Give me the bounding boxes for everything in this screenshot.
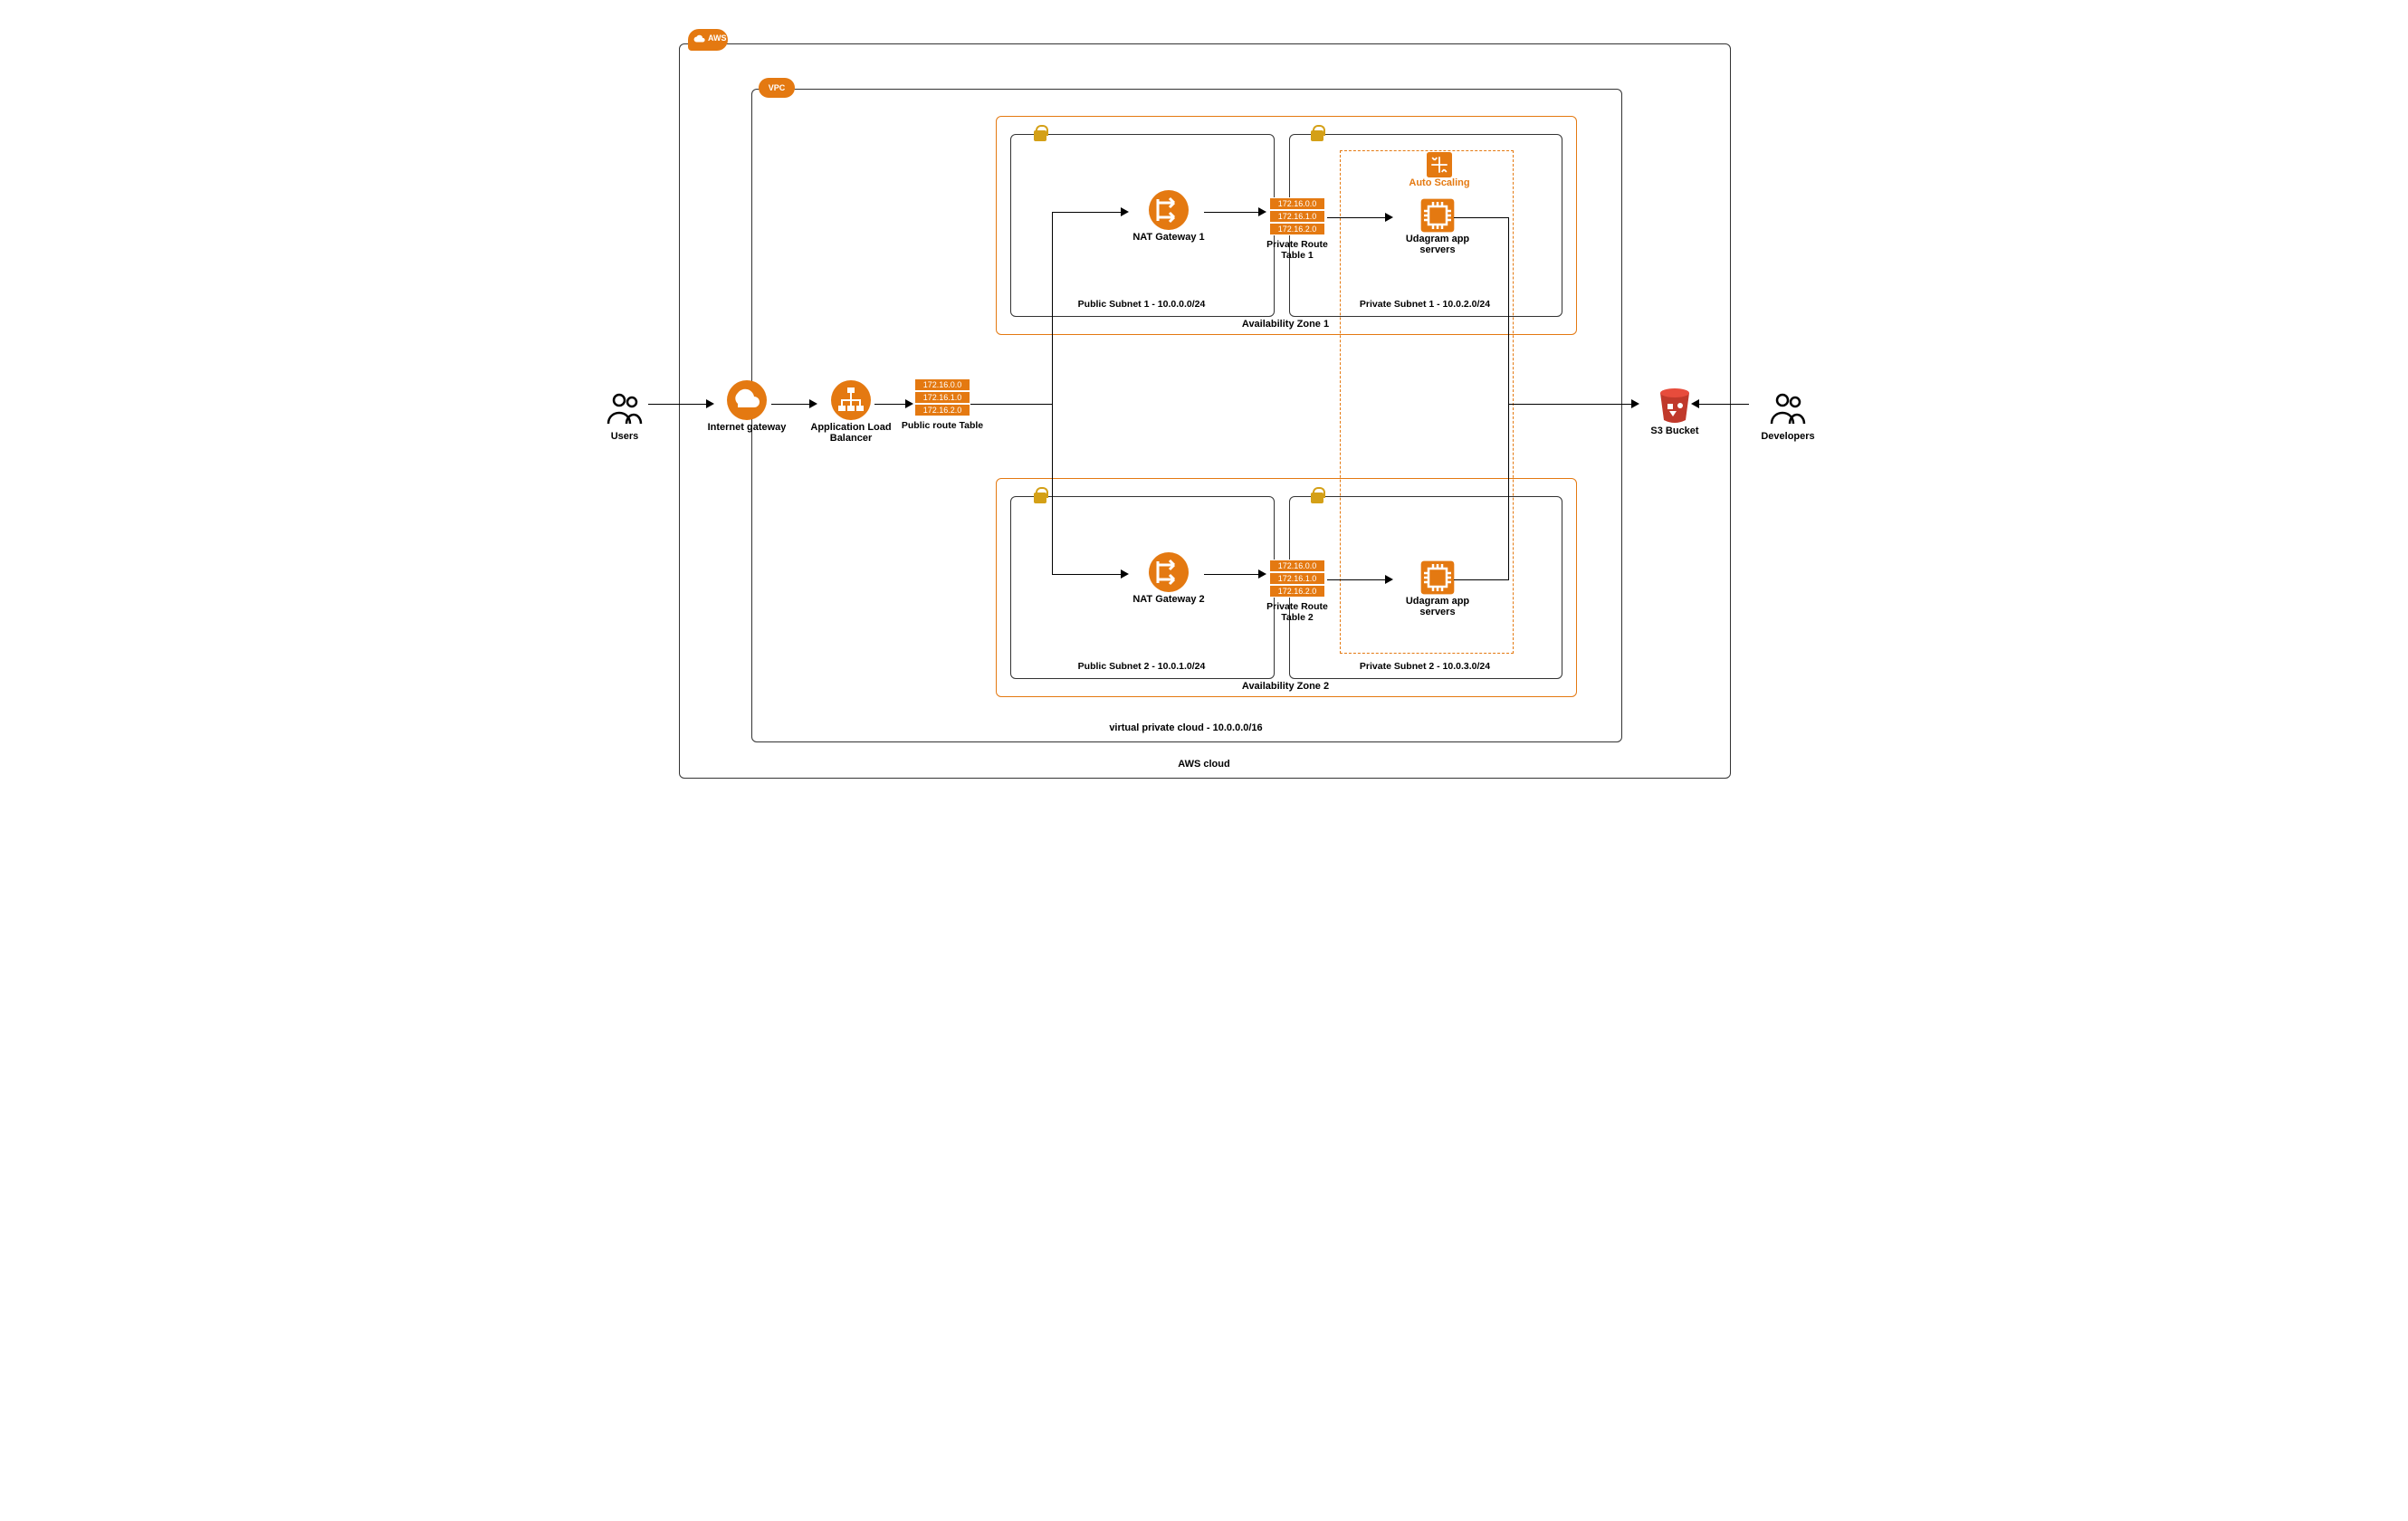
conn-branch-nat1 <box>1052 212 1123 213</box>
conn-srv1-out <box>1454 217 1508 218</box>
internet-gateway-label: Internet gateway <box>706 422 788 433</box>
conn-dev-s3 <box>1698 404 1749 405</box>
autoscaling-label: Auto Scaling <box>1403 177 1476 188</box>
conn-branch-nat2 <box>1052 574 1123 575</box>
az2-nat-node: NAT Gateway 2 <box>1128 550 1209 605</box>
az2-private-subnet-label: Private Subnet 2 - 10.0.3.0/24 <box>1289 661 1561 672</box>
internet-gateway-icon <box>725 378 769 422</box>
az2-private-route-table: 172.16.0.0 172.16.1.0 172.16.2.0 <box>1269 560 1325 598</box>
az2-public-lock-icon <box>1032 485 1048 503</box>
nat-gateway-icon <box>1147 188 1190 232</box>
az2-nat-label: NAT Gateway 2 <box>1128 594 1209 605</box>
aws-cloud-label: AWS cloud <box>679 759 1729 770</box>
az1-prt-row-2: 172.16.2.0 <box>1269 223 1325 235</box>
az2-prt-row-1: 172.16.1.0 <box>1269 572 1325 585</box>
az1-public-lock-icon <box>1032 123 1048 141</box>
autoscaling-icon <box>1427 152 1452 177</box>
az2-prt-row-2: 172.16.2.0 <box>1269 585 1325 598</box>
public-route-table: 172.16.0.0 172.16.1.0 172.16.2.0 <box>914 378 970 416</box>
users-icon <box>603 387 646 431</box>
arrow-icon <box>1121 207 1129 216</box>
users-label: Users <box>588 431 661 442</box>
conn-prt2-srv2 <box>1327 579 1387 580</box>
conn-srv2-v <box>1508 404 1509 580</box>
az1-private-route-table: 172.16.0.0 172.16.1.0 172.16.2.0 <box>1269 197 1325 235</box>
az2-prt-row-0: 172.16.0.0 <box>1269 560 1325 572</box>
arrow-icon <box>905 399 913 408</box>
public-rt-row-1: 172.16.1.0 <box>914 391 970 404</box>
internet-gateway-node: Internet gateway <box>706 378 788 433</box>
az2-label: Availability Zone 2 <box>996 681 1575 692</box>
az2-public-subnet-label: Public Subnet 2 - 10.0.1.0/24 <box>1010 661 1273 672</box>
conn-nat1-prt1 <box>1204 212 1260 213</box>
alb-node: Application Load Balancer <box>806 378 896 444</box>
cloud-icon <box>693 33 706 45</box>
arrow-icon <box>1631 399 1639 408</box>
az1-private-lock-icon <box>1309 123 1325 141</box>
az1-nat-label: NAT Gateway 1 <box>1128 232 1209 243</box>
alb-icon <box>829 378 873 422</box>
public-rt-row-2: 172.16.2.0 <box>914 404 970 416</box>
conn-users-igw <box>648 404 708 405</box>
arrow-icon <box>1691 399 1699 408</box>
conn-nat2-prt2 <box>1204 574 1260 575</box>
arrow-icon <box>1258 569 1266 579</box>
aws-cloud-badge: AWS <box>688 29 728 51</box>
s3-label: S3 Bucket <box>1639 426 1711 436</box>
aws-badge-text: AWS <box>708 33 727 43</box>
developers-icon <box>1766 387 1810 431</box>
nat-gateway-icon <box>1147 550 1190 594</box>
diagram-canvas: AWS AWS cloud VPC virtual private cloud … <box>570 7 1838 804</box>
conn-merge-s3 <box>1508 404 1633 405</box>
users-node: Users <box>588 387 661 442</box>
az1-prt-label: Private Route Table 1 <box>1258 239 1336 261</box>
conn-igw-alb <box>771 404 811 405</box>
arrow-icon <box>1385 575 1393 584</box>
conn-alb-prt <box>874 404 907 405</box>
autoscaling-box <box>1340 150 1514 654</box>
conn-branch-v <box>1052 212 1053 574</box>
az1-prt-row-1: 172.16.1.0 <box>1269 210 1325 223</box>
az2-prt-label: Private Route Table 2 <box>1258 601 1336 623</box>
arrow-icon <box>809 399 817 408</box>
s3-bucket-icon <box>1653 382 1696 426</box>
conn-srv2-out <box>1454 579 1508 580</box>
az1-prt-row-0: 172.16.0.0 <box>1269 197 1325 210</box>
arrow-icon <box>1121 569 1129 579</box>
autoscaling-node: Auto Scaling <box>1403 152 1476 188</box>
s3-node: S3 Bucket <box>1639 382 1711 436</box>
arrow-icon <box>1385 213 1393 222</box>
az2-private-lock-icon <box>1309 485 1325 503</box>
public-rt-label: Public route Table <box>896 420 989 431</box>
conn-prt-branch <box>970 404 1052 405</box>
az1-public-subnet-label: Public Subnet 1 - 10.0.0.0/24 <box>1010 299 1273 310</box>
alb-label: Application Load Balancer <box>806 422 896 444</box>
arrow-icon <box>706 399 714 408</box>
az1-nat-node: NAT Gateway 1 <box>1128 188 1209 243</box>
vpc-badge: VPC <box>759 78 795 98</box>
conn-srv1-v <box>1508 217 1509 405</box>
developers-label: Developers <box>1747 431 1829 442</box>
public-rt-row-0: 172.16.0.0 <box>914 378 970 391</box>
vpc-label: virtual private cloud - 10.0.0.0/16 <box>751 722 1620 733</box>
arrow-icon <box>1258 207 1266 216</box>
conn-prt1-srv1 <box>1327 217 1387 218</box>
developers-node: Developers <box>1747 387 1829 442</box>
